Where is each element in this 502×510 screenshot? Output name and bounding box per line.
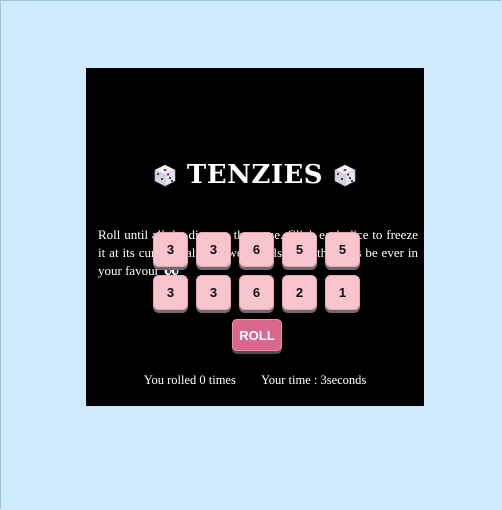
game-title: TENZIES — [186, 160, 324, 190]
roll-count: You rolled 0 times — [143, 373, 236, 387]
stats-row: You rolled 0 times Your time : 3seconds — [86, 373, 424, 388]
title-row: TENZIES — [86, 160, 424, 194]
die-1[interactable]: 3 — [153, 232, 188, 267]
die-9[interactable]: 2 — [282, 275, 317, 310]
die-5[interactable]: 5 — [325, 232, 360, 267]
die-8[interactable]: 6 — [239, 275, 274, 310]
roll-button[interactable]: ROLL — [232, 319, 282, 351]
game-board: TENZIES Roll until all the dice are the … — [86, 68, 424, 406]
dice-icon — [154, 164, 176, 187]
elapsed-time: Your time : 3seconds — [260, 373, 367, 387]
die-4[interactable]: 5 — [282, 232, 317, 267]
die-6[interactable]: 3 — [153, 275, 188, 310]
die-2[interactable]: 3 — [196, 232, 231, 267]
die-7[interactable]: 3 — [196, 275, 231, 310]
dice-grid: 3 3 6 5 5 3 3 6 2 1 — [153, 232, 360, 310]
die-3[interactable]: 6 — [239, 232, 274, 267]
die-10[interactable]: 1 — [325, 275, 360, 310]
dice-icon — [334, 164, 356, 187]
